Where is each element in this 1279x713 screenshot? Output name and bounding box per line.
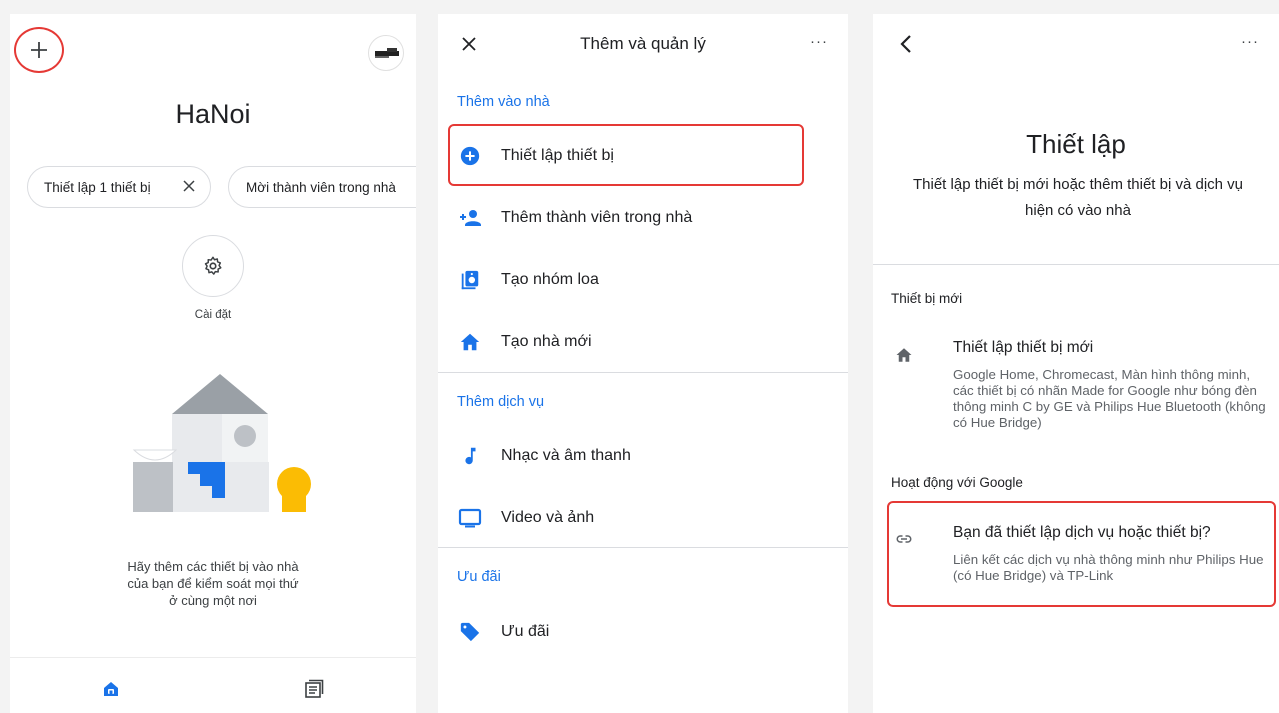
menu-item-label: Tạo nhà mới (501, 333, 592, 350)
menu-item-add-member[interactable]: Thêm thành viên trong nhà (438, 189, 848, 247)
divider (438, 372, 848, 373)
row-title: Bạn đã thiết lập dịch vụ hoặc thiết bị? (953, 524, 1211, 541)
menu-item-music[interactable]: Nhạc và âm thanh (438, 427, 848, 485)
house-illustration (132, 374, 311, 512)
menu-item-label: Nhạc và âm thanh (501, 447, 631, 464)
more-icon[interactable]: ··· (810, 33, 828, 50)
menu-item-label: Thiết lập thiết bị (501, 147, 614, 164)
link-icon (896, 535, 912, 543)
close-icon[interactable] (180, 177, 198, 195)
menu-item-setup-device[interactable]: Thiết lập thiết bị (438, 127, 848, 185)
menu-item-label: Thêm thành viên trong nhà (501, 209, 693, 226)
home-icon (896, 348, 912, 362)
avatar[interactable] (368, 35, 404, 71)
menu-item-label: Ưu đãi (501, 623, 550, 640)
feed-icon[interactable] (304, 679, 324, 699)
section-header-add-to-home: Thêm vào nhà (457, 94, 550, 110)
home-icon (458, 330, 482, 354)
page-title: Thiết lập (1026, 129, 1126, 159)
add-button[interactable] (14, 27, 64, 73)
menu-item-label: Video và ảnh (501, 509, 595, 526)
section-header-add-service: Thêm dịch vụ (457, 394, 545, 410)
row-description: Google Home, Chromecast, Màn hình thông … (953, 367, 1266, 430)
invite-member-chip[interactable]: Mời thành viên trong nhà (228, 166, 416, 208)
section-header-offers: Ưu đãi (457, 569, 501, 585)
setup-device-chip[interactable]: Thiết lập 1 thiết bị (27, 166, 211, 208)
home-screen: HaNoi Thiết lập 1 thiết bị Mời thành viê… (10, 14, 416, 713)
page-subtitle: Thiết lập thiết bị mới hoặc thêm thiết b… (913, 176, 1243, 219)
home-name: HaNoi (175, 99, 251, 129)
more-icon[interactable]: ··· (1241, 33, 1259, 50)
menu-item-speaker-group[interactable]: Tạo nhóm loa (438, 251, 848, 309)
divider (438, 547, 848, 548)
menu-item-label: Tạo nhóm loa (501, 271, 599, 288)
back-arrow-icon[interactable] (897, 34, 917, 54)
speaker-icon (458, 268, 482, 292)
add-and-manage-screen: Thêm và quản lý ··· Thêm vào nhà Thiết l… (438, 14, 848, 713)
plus-icon (31, 42, 47, 58)
tag-icon (458, 620, 482, 644)
divider (873, 264, 1279, 265)
music-note-icon (458, 444, 482, 468)
gear-icon (204, 256, 222, 275)
menu-item-offers[interactable]: Ưu đãi (438, 603, 848, 661)
tv-icon (458, 506, 482, 530)
chip-label: Mời thành viên trong nhà (246, 179, 396, 195)
person-add-icon (458, 206, 482, 230)
row-description: Liên kết các dịch vụ nhà thông minh như … (953, 552, 1264, 583)
empty-state-message: Hãy thêm các thiết bị vào nhà của bạn để… (127, 559, 299, 608)
bottom-nav (10, 657, 416, 713)
page-title: Thêm và quản lý (580, 34, 706, 53)
menu-item-new-home[interactable]: Tạo nhà mới (438, 313, 848, 371)
chip-label: Thiết lập 1 thiết bị (44, 179, 151, 195)
add-circle-icon (458, 144, 482, 168)
settings-label: Cài đặt (194, 309, 232, 321)
section-header-works-with-google: Hoạt động với Google (891, 475, 1023, 490)
settings-button[interactable] (182, 235, 244, 297)
row-title: Thiết lập thiết bị mới (953, 339, 1094, 356)
setup-screen: ··· Thiết lập Thiết lập thiết bị mới hoặ… (873, 14, 1279, 713)
home-icon[interactable] (103, 681, 119, 697)
section-header-new-device: Thiết bị mới (891, 291, 963, 306)
menu-item-video[interactable]: Video và ảnh (438, 489, 848, 547)
